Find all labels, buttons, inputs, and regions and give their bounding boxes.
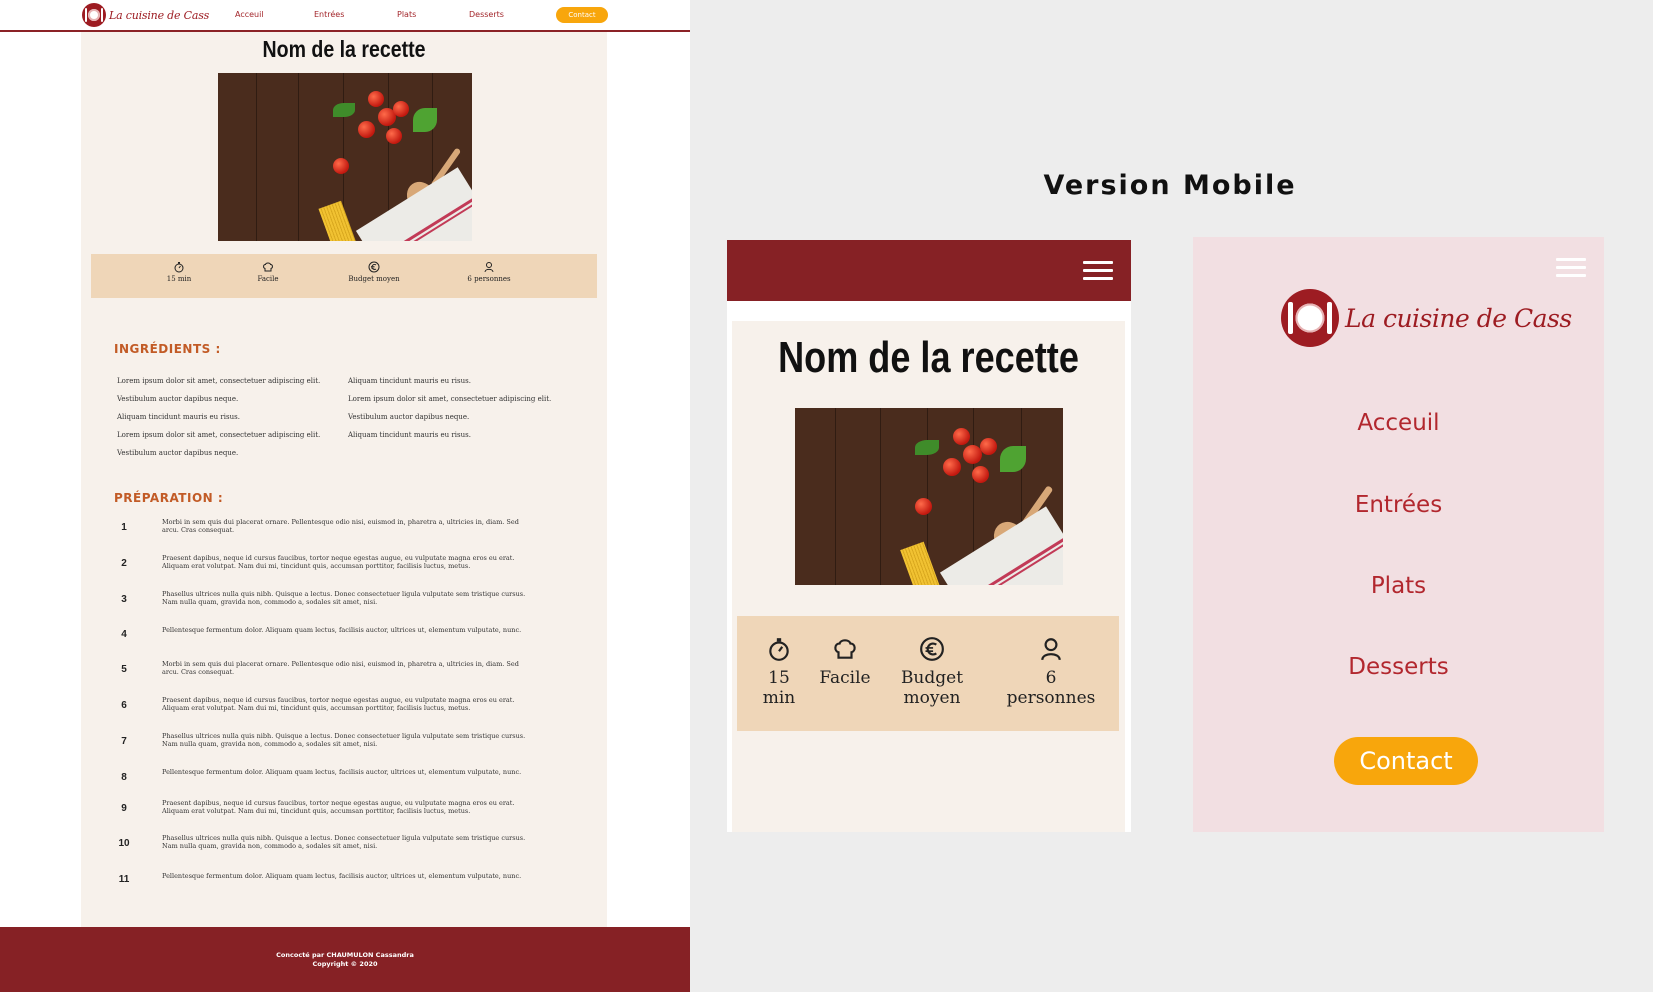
info-difficulty: Facile xyxy=(253,261,283,283)
step-text: Pellentesque fermentum dolor. Aliquam qu… xyxy=(162,872,522,880)
info-servings-unit: personnes xyxy=(1006,688,1096,708)
nav-link-desserts[interactable]: Desserts xyxy=(469,10,504,19)
step-number: 8 xyxy=(121,772,127,783)
recipe-info-bar: 15 min Facile Budget moyen 6 personnes xyxy=(737,616,1119,731)
mockup-canvas: La cuisine de Cass Acceuil Entrées Plats… xyxy=(0,0,1653,992)
info-duration-value: 15 xyxy=(768,668,790,688)
mobile-logo[interactable]: La cuisine de Cass xyxy=(1281,289,1572,347)
plate-logo-icon xyxy=(1281,289,1339,347)
logo-text: La cuisine de Cass xyxy=(109,8,210,22)
person-icon xyxy=(484,262,494,273)
step-number: 9 xyxy=(121,803,127,814)
info-servings: 6 personnes xyxy=(1001,636,1101,708)
info-budget: Budget moyen xyxy=(346,261,402,283)
menu-link-acceuil[interactable]: Acceuil xyxy=(1193,410,1604,436)
ingredient-item: Vestibulum auctor dapibus neque. xyxy=(117,449,239,457)
info-servings: 6 personnes xyxy=(461,261,517,283)
mobile-menu-mockup: La cuisine de Cass Acceuil Entrées Plats… xyxy=(1193,237,1604,832)
info-difficulty: Facile xyxy=(815,636,875,688)
info-budget-line1: Budget xyxy=(900,668,964,688)
info-budget-label: Budget moyen xyxy=(348,275,400,283)
ingredient-item: Vestibulum auctor dapibus neque. xyxy=(348,413,470,421)
stopwatch-icon xyxy=(174,262,184,273)
step-text: Phasellus ultrices nulla quis nibh. Quis… xyxy=(162,590,526,606)
footer-copyright: Copyright © 2020 xyxy=(312,960,378,968)
desktop-mockup: La cuisine de Cass Acceuil Entrées Plats… xyxy=(0,0,690,992)
chef-hat-icon xyxy=(263,262,273,272)
step-text: Phasellus ultrices nulla quis nibh. Quis… xyxy=(162,732,526,748)
logo-text: La cuisine de Cass xyxy=(1345,303,1572,333)
info-duration: 15 min xyxy=(161,261,197,283)
info-budget-line2: moyen xyxy=(903,688,961,708)
hamburger-menu-icon[interactable] xyxy=(1556,258,1586,278)
info-servings-value: 6 xyxy=(1045,668,1057,688)
step-number: 10 xyxy=(118,838,130,849)
nav-link-entrees[interactable]: Entrées xyxy=(314,10,344,19)
step-text: Praesent dapibus, neque id cursus faucib… xyxy=(162,696,515,712)
ingredient-item: Aliquam tincidunt mauris eu risus. xyxy=(117,413,240,421)
step-number: 3 xyxy=(121,594,127,605)
mobile-recipe-content: Nom de la recette 15 min Facile Budget m… xyxy=(732,321,1125,832)
recipe-content: Nom de la recette 15 min Facile Budget m… xyxy=(81,32,607,927)
step-number: 4 xyxy=(121,629,127,640)
recipe-photo xyxy=(795,408,1063,585)
desktop-logo[interactable]: La cuisine de Cass xyxy=(82,3,209,27)
info-difficulty-label: Facile xyxy=(257,275,279,283)
contact-button[interactable]: Contact xyxy=(556,7,608,23)
recipe-photo xyxy=(218,73,472,241)
step-number: 2 xyxy=(121,558,127,569)
ingredient-item: Aliquam tincidunt mauris eu risus. xyxy=(348,377,471,385)
recipe-title: Nom de la recette xyxy=(778,333,1079,382)
info-difficulty-label: Facile xyxy=(819,668,871,688)
menu-link-entrees[interactable]: Entrées xyxy=(1193,492,1604,518)
step-text: Pellentesque fermentum dolor. Aliquam qu… xyxy=(162,768,522,776)
ingredient-item: Vestibulum auctor dapibus neque. xyxy=(117,395,239,403)
recipe-title: Nom de la recette xyxy=(262,36,426,62)
site-footer: Concocté par CHAUMULON Cassandra Copyrig… xyxy=(0,927,690,992)
ingredient-item: Lorem ipsum dolor sit amet, consectetuer… xyxy=(348,395,552,403)
step-text: Morbi in sem quis dui placerat ornare. P… xyxy=(162,518,519,534)
step-text: Praesent dapibus, neque id cursus faucib… xyxy=(162,554,515,570)
step-text: Pellentesque fermentum dolor. Aliquam qu… xyxy=(162,626,522,634)
mobile-recipe-mockup: Nom de la recette 15 min Facile Budget m… xyxy=(727,240,1131,832)
step-number: 6 xyxy=(121,700,127,711)
plate-logo-icon xyxy=(82,3,106,27)
step-number: 5 xyxy=(121,664,127,675)
info-servings-label: 6 personnes xyxy=(467,275,511,283)
nav-link-plats[interactable]: Plats xyxy=(397,10,416,19)
info-budget: Budget moyen xyxy=(897,636,967,708)
person-icon xyxy=(1041,638,1061,661)
step-number: 11 xyxy=(118,874,130,885)
version-mobile-heading: Version Mobile xyxy=(1043,170,1297,201)
info-duration-label: 15 min xyxy=(166,275,192,283)
step-number: 7 xyxy=(121,736,127,747)
ingredient-item: Aliquam tincidunt mauris eu risus. xyxy=(348,431,471,439)
chef-hat-icon xyxy=(834,639,856,659)
step-text: Morbi in sem quis dui placerat ornare. P… xyxy=(162,660,519,676)
step-number: 1 xyxy=(121,522,127,533)
mobile-header xyxy=(727,240,1131,301)
step-text: Praesent dapibus, neque id cursus faucib… xyxy=(162,799,515,815)
recipe-info-bar: 15 min Facile Budget moyen 6 personnes xyxy=(91,254,597,298)
nav-link-acceuil[interactable]: Acceuil xyxy=(235,10,264,19)
preparation-heading: PRÉPARATION : xyxy=(114,491,224,505)
ingredient-item: Lorem ipsum dolor sit amet, consectetuer… xyxy=(117,377,321,385)
menu-link-desserts[interactable]: Desserts xyxy=(1193,654,1604,680)
footer-credit: Concocté par CHAUMULON Cassandra xyxy=(276,951,414,959)
contact-button[interactable]: Contact xyxy=(1334,737,1478,785)
ingredients-heading: INGRÉDIENTS : xyxy=(114,342,221,356)
stopwatch-icon xyxy=(769,638,789,661)
info-duration-unit: min xyxy=(762,688,796,708)
menu-link-plats[interactable]: Plats xyxy=(1193,573,1604,599)
hamburger-menu-icon[interactable] xyxy=(1083,261,1113,281)
info-duration: 15 min xyxy=(759,636,799,708)
step-text: Phasellus ultrices nulla quis nibh. Quis… xyxy=(162,834,526,850)
desktop-navbar: La cuisine de Cass Acceuil Entrées Plats… xyxy=(0,0,690,32)
euro-icon xyxy=(368,261,380,273)
euro-icon xyxy=(920,637,944,661)
ingredient-item: Lorem ipsum dolor sit amet, consectetuer… xyxy=(117,431,321,439)
